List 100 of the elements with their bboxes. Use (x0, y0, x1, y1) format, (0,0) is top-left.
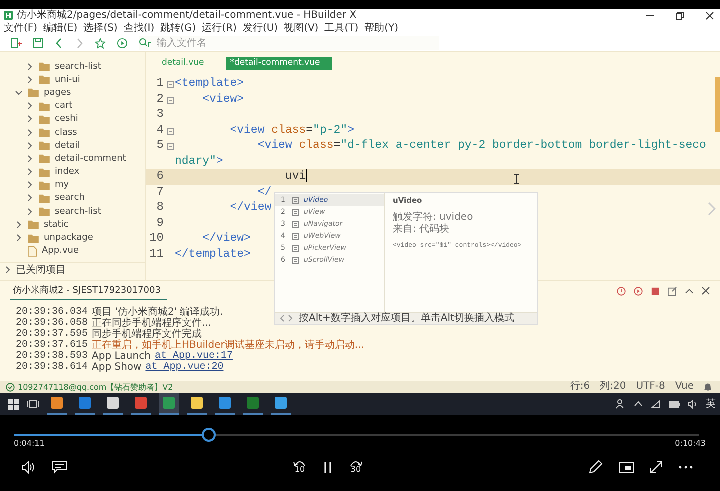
folder-icon (39, 154, 50, 164)
close-icon[interactable] (706, 12, 714, 20)
stop-icon[interactable] (617, 286, 626, 296)
chevron-icon[interactable] (26, 115, 34, 124)
encoding-label[interactable]: UTF-8 (636, 381, 666, 393)
tree-item[interactable]: search-list (55, 60, 102, 73)
log-time: 20:39:37.615 (16, 340, 88, 351)
language-label[interactable]: Vue (675, 381, 694, 393)
tree-item[interactable]: my (55, 179, 70, 192)
chevron-icon[interactable] (4, 266, 12, 274)
chevron-icon[interactable] (26, 181, 34, 190)
collapse-icon[interactable] (685, 286, 694, 296)
closed-projects-item[interactable]: 已关闭项目 (16, 263, 66, 277)
chevron-icon[interactable] (15, 220, 23, 229)
chevron-icon[interactable] (26, 154, 34, 163)
code-line: <view> (202, 92, 244, 106)
fullscreen-icon[interactable] (650, 460, 663, 474)
menu-item[interactable]: 编辑(E) (44, 22, 78, 35)
battery-icon[interactable] (669, 400, 680, 408)
account-icon (6, 382, 15, 392)
chevron-icon[interactable] (26, 102, 34, 110)
seek-thumb[interactable] (202, 428, 216, 442)
curved-arrow-icon[interactable] (349, 460, 363, 466)
chevron-icon[interactable] (26, 76, 34, 84)
menu-item[interactable]: 查找(I) (124, 22, 155, 35)
windows-start-icon[interactable] (8, 398, 19, 410)
volume-icon[interactable] (688, 400, 698, 408)
log-message: 正在重启，如手机上HBuilder调试基座未启动，请手动启动... (92, 340, 364, 351)
code-line: </template> (175, 248, 251, 260)
chevron-icon[interactable] (26, 194, 34, 202)
restart-icon[interactable] (634, 286, 643, 296)
new-file-icon[interactable] (11, 38, 22, 48)
run-icon[interactable] (117, 38, 128, 48)
tree-item[interactable]: uni-ui (55, 74, 80, 86)
menu-item[interactable]: 选择(S) (84, 22, 118, 35)
tree-item[interactable]: search-list (55, 206, 102, 218)
chevron-icon[interactable] (26, 142, 34, 150)
menu-item[interactable]: 工具(T) (324, 22, 359, 35)
menu-item[interactable]: 跳转(G) (160, 22, 196, 35)
menu-item[interactable]: 运行(R) (202, 22, 237, 35)
pause-icon[interactable] (323, 460, 333, 474)
tree-item[interactable]: class (55, 126, 78, 139)
search-icon[interactable] (139, 38, 151, 48)
menu-item[interactable]: 帮助(Y) (364, 22, 399, 35)
tree-item[interactable]: pages (44, 86, 72, 99)
source-link[interactable]: at App.vue:20 (146, 362, 224, 373)
chevron-icon[interactable] (26, 62, 34, 71)
input-method-indicator[interactable]: 英 (706, 397, 716, 411)
fold-icon[interactable] (167, 96, 174, 104)
chevron-icon[interactable] (26, 208, 34, 216)
tree-item[interactable]: App.vue (42, 245, 80, 258)
fold-icon[interactable] (167, 143, 174, 150)
log-message: App Show (92, 362, 142, 373)
account-label[interactable]: 1092747118@qq.com【钻石赞助者】V2 (18, 382, 174, 392)
pen-icon[interactable] (589, 460, 603, 474)
forward-button[interactable]: 30 (349, 460, 363, 474)
line-number: 9 (156, 216, 164, 231)
people-icon[interactable] (616, 399, 626, 409)
back-icon[interactable] (55, 38, 64, 48)
tree-item[interactable]: detail (55, 140, 80, 152)
more-icon[interactable] (679, 466, 693, 468)
tree-item[interactable]: ceshi (55, 113, 78, 126)
chevron-icon[interactable] (26, 128, 34, 137)
bell-icon[interactable] (704, 382, 712, 392)
close-icon[interactable] (702, 287, 710, 295)
line-number: 5 (156, 138, 164, 154)
chevron-icon[interactable] (26, 168, 34, 176)
task-view-icon[interactable] (27, 399, 39, 409)
curved-arrow-icon[interactable] (293, 460, 307, 466)
search-field[interactable]: 输入文件名 (139, 36, 439, 50)
star-icon[interactable] (95, 38, 106, 48)
save-icon[interactable] (33, 38, 44, 48)
mini-view-icon[interactable] (619, 462, 634, 472)
rewind-button[interactable]: 10 (293, 460, 307, 474)
tree-item[interactable]: index (55, 166, 80, 178)
chevron-up-icon[interactable] (634, 401, 643, 407)
chevron-icon[interactable] (15, 88, 23, 97)
fold-icon[interactable] (167, 81, 174, 88)
source-link[interactable]: at App.vue:17 (154, 351, 233, 362)
fold-icon[interactable] (167, 128, 174, 134)
console-tab[interactable]: 仿小米商城2 - SJEST17923017003 (10, 282, 167, 300)
elapsed-time: 0:04:11 (14, 439, 45, 448)
chevron-icon[interactable] (15, 234, 23, 242)
tree-item[interactable]: search (55, 192, 85, 204)
square-icon[interactable] (651, 286, 660, 296)
tree-item[interactable]: unpackage (44, 232, 94, 244)
line-number: 8 (156, 200, 164, 216)
menu-item[interactable]: 视图(V) (284, 22, 319, 35)
subtitles-icon[interactable] (52, 460, 67, 474)
export-icon[interactable] (668, 286, 677, 296)
volume-icon[interactable] (22, 460, 36, 474)
wifi-icon[interactable] (651, 400, 661, 408)
tree-item[interactable]: cart (55, 100, 73, 112)
file-tab[interactable]: *detail-comment.vue (226, 56, 332, 70)
tree-item[interactable]: detail-comment (55, 152, 126, 165)
menu-item[interactable]: 发行(U) (242, 22, 278, 35)
menu-item[interactable]: 文件(F) (4, 22, 38, 35)
tree-item[interactable]: static (44, 218, 69, 231)
restore-icon[interactable] (676, 12, 684, 20)
scrollbar-thumb[interactable] (715, 77, 720, 132)
